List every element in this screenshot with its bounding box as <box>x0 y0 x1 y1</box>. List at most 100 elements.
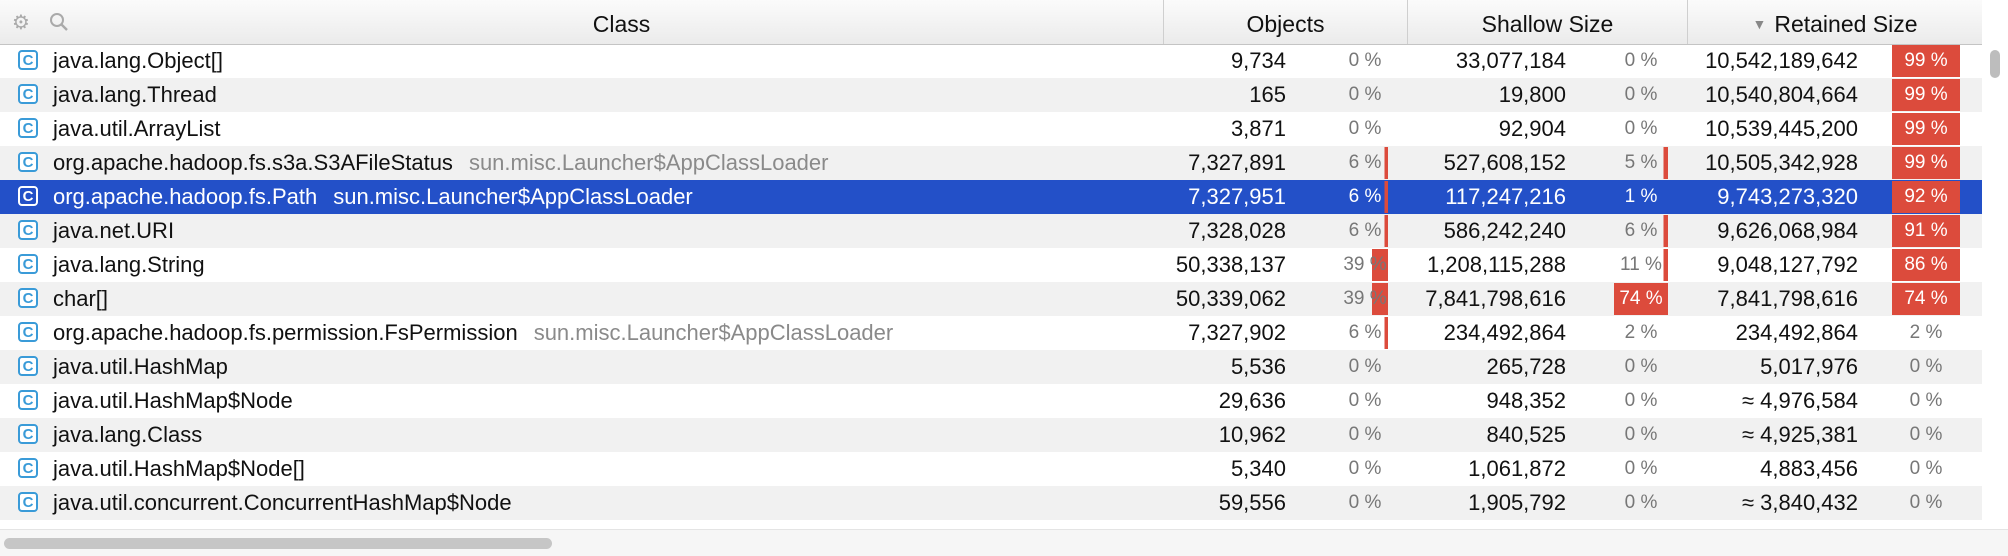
class-c-icon: C <box>18 492 38 512</box>
objects-count: 59,556 <box>1218 490 1286 515</box>
class-c-icon: C <box>18 254 38 274</box>
class-name-cell: java.util.HashMap$Node[] <box>53 452 321 486</box>
sort-descending-icon: ▼ <box>1752 16 1767 32</box>
class-name: java.util.HashMap$Node[] <box>53 456 305 481</box>
retained-size: 9,743,273,320 <box>1717 184 1858 209</box>
column-header-shallow-size[interactable]: Shallow Size <box>1408 0 1688 44</box>
retained-size: 10,540,804,664 <box>1705 82 1858 107</box>
class-c-icon: C <box>18 84 38 104</box>
horizontal-scrollbar[interactable] <box>4 538 552 549</box>
retained-percent: 74 % <box>1892 283 1960 315</box>
table-header: ⚙ Class Objects Shallow Size ▼ Retained S… <box>0 0 1982 45</box>
table-row[interactable]: Corg.apache.hadoop.fs.Path sun.misc.Launc… <box>0 180 1982 214</box>
class-name: java.net.URI <box>53 218 175 243</box>
retained-size: ≈ 4,976,584 <box>1741 388 1858 413</box>
table-row[interactable]: Cjava.lang.Object[] 9,734 0 % 33,077,184 0 %… <box>0 44 1982 78</box>
retained-size: ≈ 4,925,381 <box>1741 422 1858 447</box>
retained-size: 10,542,189,642 <box>1705 48 1858 73</box>
class-name: java.util.HashMap <box>53 354 228 379</box>
column-header-retained-size[interactable]: ▼ Retained Size <box>1688 0 1982 44</box>
shallow-size: 33,077,184 <box>1455 48 1566 73</box>
class-c-icon: C <box>18 458 38 478</box>
shallow-percent: 0 % <box>1624 492 1658 513</box>
class-name: java.lang.Thread <box>53 82 217 107</box>
table-row[interactable]: Cjava.util.HashMap 5,536 0 % 265,728 0 % 5,01… <box>0 350 1982 384</box>
table-row[interactable]: Corg.apache.hadoop.fs.s3a.S3AFileStatus s… <box>0 146 1982 180</box>
gear-icon[interactable]: ⚙ <box>10 12 32 34</box>
objects-count: 9,734 <box>1230 48 1286 73</box>
objects-percent: 0 % <box>1348 390 1382 411</box>
shallow-percent: 0 % <box>1624 458 1658 479</box>
class-name: org.apache.hadoop.fs.Path <box>53 184 318 209</box>
table-row[interactable]: Cjava.net.URI 7,328,028 6 % 586,242,240 6 % 9… <box>0 214 1982 248</box>
retained-size: 5,017,976 <box>1760 354 1858 379</box>
column-header-class[interactable]: Class <box>80 0 1164 44</box>
class-name-cell: java.lang.Object[] <box>53 44 239 78</box>
shallow-size: 19,800 <box>1498 82 1566 107</box>
objects-percent: 39 % <box>1342 283 1388 315</box>
class-name: java.util.ArrayList <box>53 116 221 141</box>
shallow-percent: 5 % <box>1614 147 1668 179</box>
retained-size: ≈ 3,840,432 <box>1741 490 1858 515</box>
table-row[interactable]: Cjava.util.ArrayList 3,871 0 % 92,904 0 % 10,… <box>0 112 1982 146</box>
class-name-cell: java.util.HashMap <box>53 350 244 384</box>
class-c-icon: C <box>18 424 38 444</box>
objects-count: 5,536 <box>1230 354 1286 379</box>
class-c-icon: C <box>18 322 38 342</box>
objects-percent: 0 % <box>1348 356 1382 377</box>
table-row[interactable]: Corg.apache.hadoop.fs.permission.FsPermi… <box>0 316 1982 350</box>
retained-size: 10,505,342,928 <box>1705 150 1858 175</box>
table-row[interactable]: Cchar[] 50,339,062 39 % 7,841,798,616 74 % 7,… <box>0 282 1982 316</box>
class-name: org.apache.hadoop.fs.permission.FsPermis… <box>53 320 518 345</box>
objects-count: 165 <box>1249 82 1286 107</box>
shallow-percent: 6 % <box>1614 215 1668 247</box>
retained-percent: 0 % <box>1909 390 1943 411</box>
class-c-icon: C <box>18 186 38 206</box>
class-name-cell: org.apache.hadoop.fs.s3a.S3AFileStatus su… <box>53 146 828 180</box>
objects-percent: 0 % <box>1348 424 1382 445</box>
shallow-percent: 74 % <box>1614 283 1668 315</box>
table-row[interactable]: Cjava.lang.String 50,338,137 39 % 1,208,115… <box>0 248 1982 282</box>
retained-size: 10,539,445,200 <box>1705 116 1858 141</box>
objects-count: 5,340 <box>1230 456 1286 481</box>
class-name-cell: java.util.HashMap$Node <box>53 384 309 418</box>
retained-percent: 99 % <box>1892 45 1960 77</box>
retained-percent: 0 % <box>1909 458 1943 479</box>
class-name: char[] <box>53 286 109 311</box>
shallow-percent: 0 % <box>1624 356 1658 377</box>
vertical-scrollbar[interactable] <box>1990 50 2000 78</box>
retained-percent: 0 % <box>1909 424 1943 445</box>
retained-percent: 0 % <box>1909 356 1943 377</box>
class-name: java.util.concurrent.ConcurrentHashMap$N… <box>53 490 512 515</box>
class-loader: sun.misc.Launcher$AppClassLoader <box>468 150 829 175</box>
table-row[interactable]: Cjava.util.HashMap$Node[] 5,340 0 % 1,061,8… <box>0 452 1982 486</box>
table-row[interactable]: Cjava.lang.Thread 165 0 % 19,800 0 % 10,540,8… <box>0 78 1982 112</box>
retained-size: 7,841,798,616 <box>1717 286 1858 311</box>
class-name: org.apache.hadoop.fs.s3a.S3AFileStatus <box>53 150 453 175</box>
shallow-percent: 0 % <box>1624 50 1658 71</box>
search-icon[interactable] <box>48 12 70 34</box>
objects-count: 7,328,028 <box>1188 218 1286 243</box>
objects-count: 50,338,137 <box>1175 252 1286 277</box>
class-name-cell: java.lang.Thread <box>53 78 233 112</box>
table-row[interactable]: Cjava.util.concurrent.ConcurrentHashMap$… <box>0 486 1982 520</box>
class-name-cell: char[] <box>53 282 124 316</box>
class-name-cell: java.lang.Class <box>53 418 218 452</box>
shallow-size: 527,608,152 <box>1443 150 1566 175</box>
shallow-size: 840,525 <box>1486 422 1566 447</box>
shallow-percent: 0 % <box>1624 424 1658 445</box>
class-name-cell: org.apache.hadoop.fs.Path sun.misc.Launch… <box>53 180 693 214</box>
class-loader: sun.misc.Launcher$AppClassLoader <box>533 320 894 345</box>
table-row[interactable]: Cjava.util.HashMap$Node 29,636 0 % 948,352 0… <box>0 384 1982 418</box>
shallow-percent: 2 % <box>1624 322 1658 343</box>
objects-count: 7,327,951 <box>1188 184 1286 209</box>
shallow-size: 7,841,798,616 <box>1425 286 1566 311</box>
retained-percent: 99 % <box>1892 79 1960 111</box>
class-name: java.lang.String <box>53 252 205 277</box>
retained-percent: 86 % <box>1892 249 1960 281</box>
objects-percent: 0 % <box>1348 118 1382 139</box>
class-c-icon: C <box>18 50 38 70</box>
column-header-objects[interactable]: Objects <box>1164 0 1408 44</box>
retained-percent: 0 % <box>1909 492 1943 513</box>
table-row[interactable]: Cjava.lang.Class 10,962 0 % 840,525 0 % ≈ 4,9… <box>0 418 1982 452</box>
